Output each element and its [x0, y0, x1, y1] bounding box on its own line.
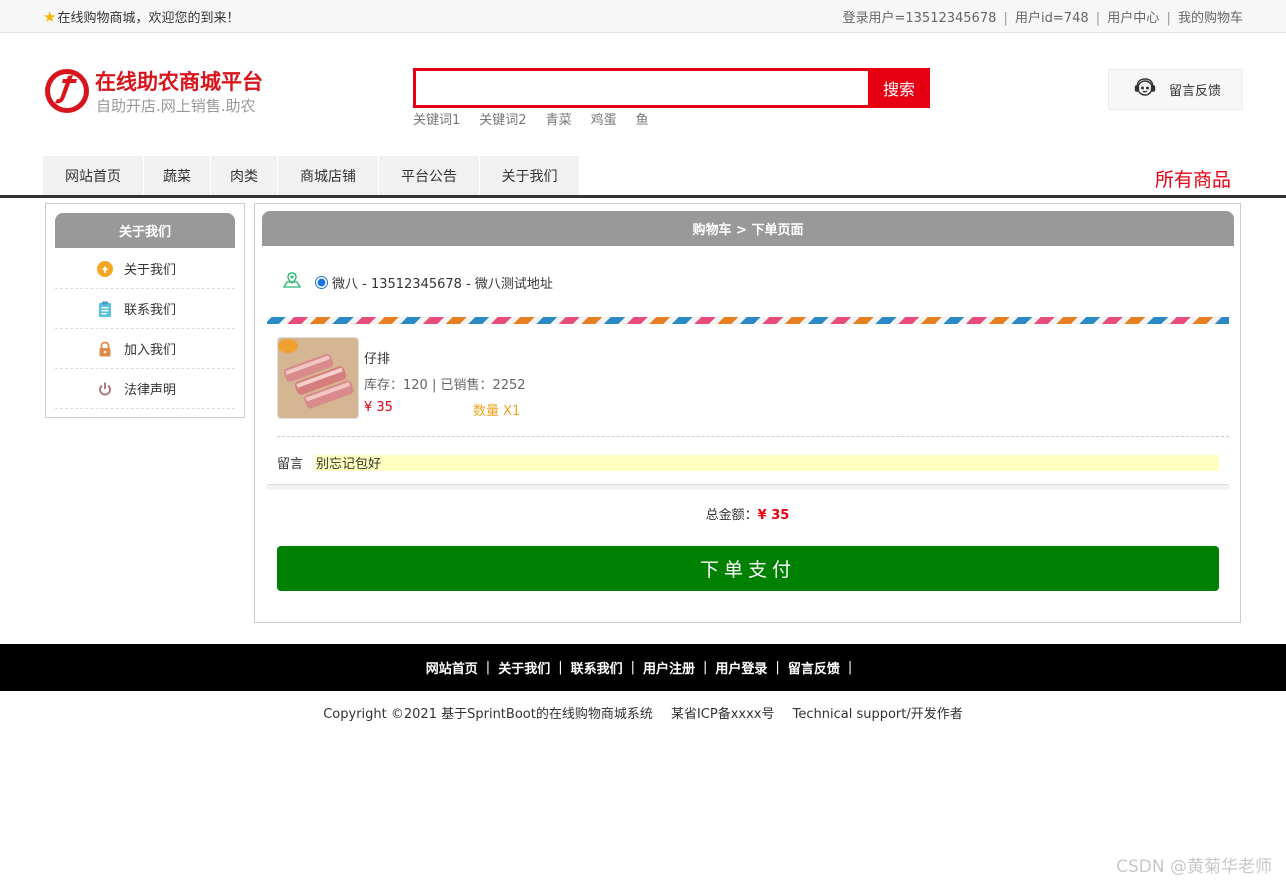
nav-item-announcements[interactable]: 平台公告: [379, 156, 480, 196]
product-image[interactable]: [277, 337, 359, 419]
brand-title: 在线助农商城平台: [95, 70, 263, 94]
brand-subtitle: 自助开店.网上销售.助农: [96, 97, 256, 115]
separator: |: [847, 660, 853, 675]
watermark: CSDN @黄菊华老师: [1116, 857, 1272, 877]
separator: |: [558, 660, 563, 675]
separator: |: [630, 660, 635, 675]
sidebar-list: 关于我们 联系我们 加入我们 法律声明: [55, 249, 235, 409]
search-button[interactable]: 搜索: [868, 68, 930, 108]
nav-item-meat[interactable]: 肉类: [211, 156, 278, 196]
user-info: 登录用户=13512345678 | 用户id=748 | 用户中心 | 我的购…: [843, 7, 1244, 26]
footer-links: 网站首页 | 关于我们 | 联系我们 | 用户注册 | 用户登录 | 留言反馈 |: [0, 644, 1286, 691]
all-goods-link[interactable]: 所有商品: [1155, 165, 1231, 192]
remark-divider: [267, 484, 1229, 490]
about-icon: [97, 260, 113, 277]
nav-item-shops[interactable]: 商城店铺: [278, 156, 379, 196]
logo-icon[interactable]: [43, 67, 91, 115]
footer-link-contact[interactable]: 联系我们: [571, 658, 623, 677]
hotword-link[interactable]: 鸡蛋: [591, 109, 617, 128]
separator: |: [1003, 11, 1008, 26]
sidebar-item-label: 加入我们: [124, 343, 177, 358]
user-id: 用户id=748: [1015, 11, 1089, 26]
nav-divider: [0, 195, 1286, 198]
main-nav: 网站首页 蔬菜 肉类 商城店铺 平台公告 关于我们: [43, 156, 580, 196]
nav-item-about[interactable]: 关于我们: [480, 156, 580, 196]
top-bar: ★ 在线购物商城，欢迎您的到来！ 登录用户=13512345678 | 用户id…: [0, 0, 1286, 33]
product-price: ¥ 35: [364, 400, 393, 415]
icp-text: 某省ICP备xxxx号: [670, 707, 775, 722]
search-box: 搜索: [413, 68, 930, 108]
search-input[interactable]: [416, 71, 868, 105]
location-pin-icon: [282, 272, 302, 292]
welcome-message: ★ 在线购物商城，欢迎您的到来！: [43, 7, 240, 27]
hotword-link[interactable]: 关键词1: [413, 109, 460, 128]
product-stock: 库存：120 | 已销售：2252: [364, 378, 526, 393]
remark-row: 留言: [277, 453, 1219, 472]
sidebar-item-contact[interactable]: 联系我们: [55, 289, 235, 329]
separator: |: [775, 660, 780, 675]
order-total: 总金额：¥ 35: [255, 504, 1240, 523]
clipboard-icon: [97, 301, 113, 317]
address-row: 微八 - 13512345678 - 微八测试地址: [282, 272, 553, 292]
copyright-text: Copyright ©2021 基于SprintBoot的在线购物商城系统: [323, 707, 653, 722]
nav-item-home[interactable]: 网站首页: [43, 156, 144, 196]
product-row: 仔排 库存：120 | 已销售：2252 ¥ 35 数量 X1: [277, 337, 1229, 437]
footer-link-about[interactable]: 关于我们: [498, 658, 550, 677]
hot-keywords: 关键词1 关键词2 青菜 鸡蛋 鱼: [413, 109, 649, 128]
nav-item-vegetables[interactable]: 蔬菜: [144, 156, 211, 196]
customer-service-icon: [1133, 76, 1157, 104]
footer-link-register[interactable]: 用户注册: [643, 658, 695, 677]
airmail-divider: [267, 317, 1229, 324]
sidebar-item-about[interactable]: 关于我们: [55, 249, 235, 289]
separator: |: [485, 660, 491, 675]
hotword-link[interactable]: 关键词2: [479, 109, 526, 128]
power-icon: [97, 381, 113, 397]
user-center-link[interactable]: 用户中心: [1107, 11, 1159, 26]
sidebar-item-label: 关于我们: [124, 263, 177, 278]
separator: |: [703, 660, 708, 675]
sidebar: 关于我们 关于我们 联系我们 加入我们 法律声明: [45, 203, 245, 418]
order-panel-title: 购物车 > 下单页面: [262, 211, 1234, 246]
welcome-text: 在线购物商城，欢迎您的到来！: [57, 11, 240, 26]
separator: |: [1095, 11, 1101, 26]
feedback-label: 留言反馈: [1169, 84, 1222, 99]
copyright-line: Copyright ©2021 基于SprintBoot的在线购物商城系统 某省…: [0, 703, 1286, 722]
sidebar-item-join[interactable]: 加入我们: [55, 329, 235, 369]
remark-label: 留言: [277, 457, 304, 472]
product-quantity: 数量 X1: [473, 404, 521, 419]
star-icon: ★: [43, 7, 57, 26]
total-label: 总金额：: [705, 508, 758, 523]
separator: |: [1166, 11, 1171, 26]
my-cart-link[interactable]: 我的购物车: [1178, 11, 1243, 26]
sidebar-item-label: 联系我们: [124, 303, 177, 318]
logged-in-user: 登录用户=13512345678: [842, 11, 997, 26]
hotword-link[interactable]: 青菜: [546, 109, 572, 128]
footer-link-feedback[interactable]: 留言反馈: [788, 658, 840, 677]
footer-link-home[interactable]: 网站首页: [426, 658, 478, 677]
order-panel: 购物车 > 下单页面 微八 - 13512345678 - 微八测试地址 仔排 …: [254, 203, 1241, 623]
feedback-button[interactable]: 留言反馈: [1108, 69, 1243, 110]
footer-link-login[interactable]: 用户登录: [715, 658, 767, 677]
hotword-link[interactable]: 鱼: [636, 109, 649, 128]
address-radio[interactable]: [315, 275, 328, 289]
place-order-button[interactable]: 下单支付: [277, 546, 1219, 591]
sidebar-item-legal[interactable]: 法律声明: [55, 369, 235, 409]
remark-input[interactable]: [315, 454, 1219, 471]
address-text: 微八 - 13512345678 - 微八测试地址: [332, 276, 553, 292]
product-name[interactable]: 仔排: [364, 348, 390, 367]
support-text: Technical support/开发作者: [792, 707, 963, 722]
total-amount: ¥ 35: [757, 508, 790, 523]
sidebar-item-label: 法律声明: [124, 383, 177, 398]
sidebar-title: 关于我们: [55, 213, 235, 248]
lock-icon: [97, 341, 113, 357]
